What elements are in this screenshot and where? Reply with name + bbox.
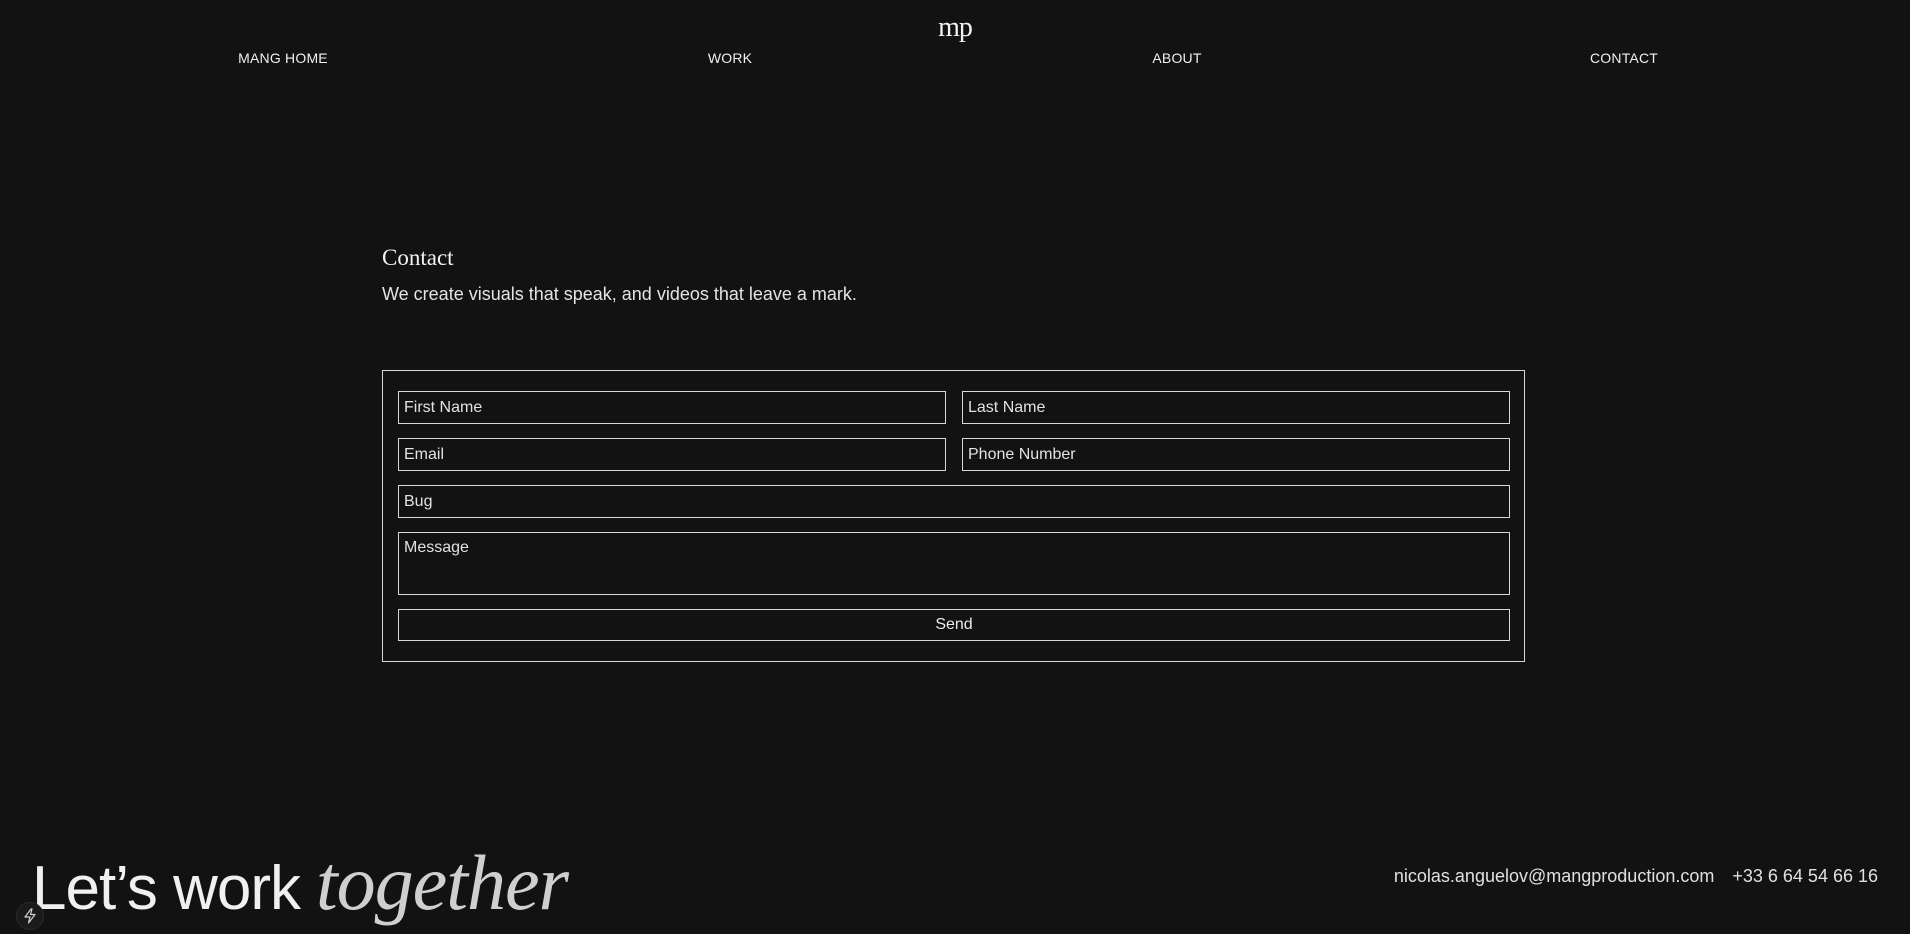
lightning-bolt-icon[interactable] bbox=[16, 902, 44, 930]
page-subtitle: We create visuals that speak, and videos… bbox=[382, 284, 857, 304]
last-name-field[interactable] bbox=[962, 391, 1510, 424]
site-logo[interactable]: mp bbox=[0, 12, 1910, 44]
footer-phone[interactable]: +33 6 64 54 66 16 bbox=[1732, 866, 1878, 886]
footer-email-link[interactable]: nicolas.anguelov@mangproduction.com bbox=[1394, 866, 1714, 886]
nav-link-contact[interactable]: CONTACT bbox=[1590, 50, 1658, 66]
first-name-field[interactable] bbox=[398, 391, 946, 424]
email-field[interactable] bbox=[398, 438, 946, 471]
page-title: Contact bbox=[382, 245, 454, 270]
footer-contact-info: nicolas.anguelov@mangproduction.com +33 6… bbox=[1394, 866, 1878, 887]
cta-italic-text: together bbox=[315, 839, 569, 926]
contact-form: Send bbox=[382, 370, 1525, 662]
send-button[interactable]: Send bbox=[398, 609, 1510, 641]
nav-link-about[interactable]: ABOUT bbox=[1152, 50, 1201, 66]
subject-field[interactable] bbox=[398, 485, 1510, 518]
footer-cta: Let’s work together bbox=[32, 838, 569, 928]
message-field[interactable] bbox=[398, 532, 1510, 595]
page: mp MANG HOME WORK ABOUT CONTACT Contact … bbox=[0, 0, 1910, 934]
cta-plain-text: Let’s work bbox=[32, 854, 301, 923]
nav-link-home[interactable]: MANG HOME bbox=[238, 50, 328, 66]
phone-number-field[interactable] bbox=[962, 438, 1510, 471]
main-nav: MANG HOME WORK ABOUT CONTACT bbox=[0, 50, 1910, 70]
lightning-bolt-glyph bbox=[24, 908, 36, 924]
nav-link-work[interactable]: WORK bbox=[708, 50, 752, 66]
